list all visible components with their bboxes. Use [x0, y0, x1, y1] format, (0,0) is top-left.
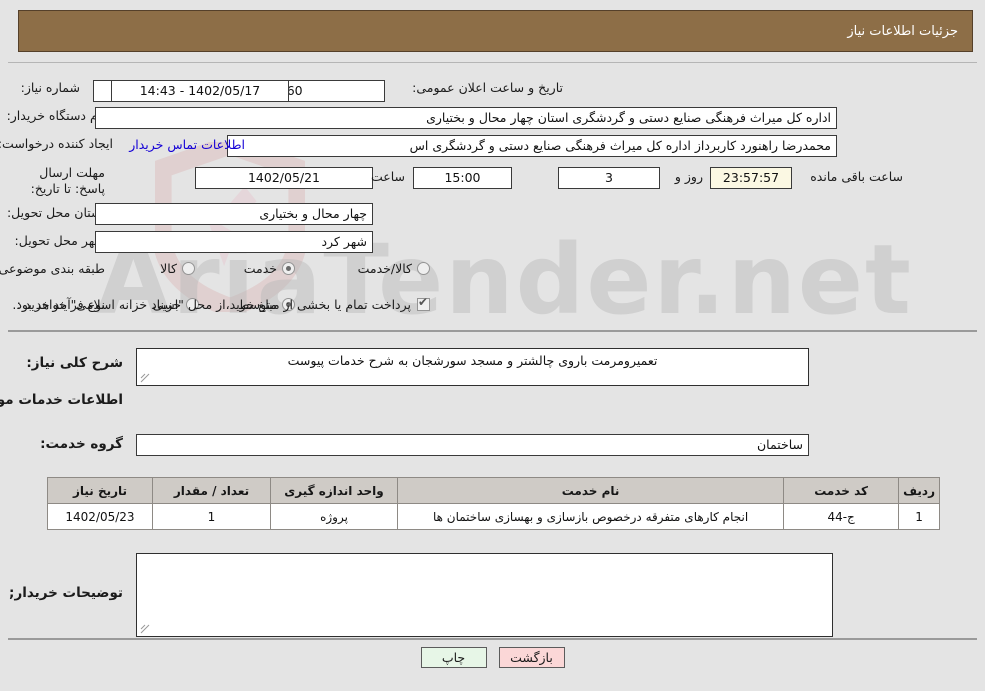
remaining-days-field[interactable]: 3: [558, 167, 660, 189]
resize-grip-icon[interactable]: [140, 373, 150, 383]
buyer-notes-textarea[interactable]: [136, 553, 833, 637]
service-group-field[interactable]: ساختمان: [136, 434, 809, 456]
cell-row-no: 1: [898, 503, 940, 530]
buyer-org-field[interactable]: اداره کل میراث فرهنگی صنایع دستی و گردشگ…: [95, 107, 837, 129]
buyer-contact-link[interactable]: اطلاعات تماس خریدار: [129, 137, 245, 152]
general-description-textarea[interactable]: تعمیرومرمت باروی چالشتر و مسجد سورشجان ب…: [136, 348, 809, 386]
general-description-value: تعمیرومرمت باروی چالشتر و مسجد سورشجان ب…: [287, 353, 658, 368]
table-row: 1 ج-44 انجام کارهای متفرقه درخصوص بازساز…: [47, 503, 940, 530]
city-field[interactable]: شهر کرد: [95, 231, 373, 253]
classification-option-service-label: خدمت: [243, 261, 277, 276]
radio-goods[interactable]: [182, 262, 195, 275]
classification-option-goods-service-label: کالا/خدمت: [357, 261, 412, 276]
deadline-time-field[interactable]: 15:00: [413, 167, 512, 189]
back-button[interactable]: بازگشت: [498, 647, 565, 668]
city-label: شهر محل تحویل:: [14, 233, 105, 248]
th-service-code: کد خدمت: [783, 477, 900, 504]
service-group-label: گروه خدمت:: [40, 436, 123, 452]
classification-option-goods[interactable]: کالا: [160, 261, 195, 276]
th-quantity: تعداد / مقدار: [152, 477, 271, 504]
services-table: ردیف کد خدمت نام خدمت واحد اندازه گیری ت…: [47, 477, 940, 530]
classification-option-service[interactable]: خدمت: [244, 261, 295, 276]
deadline-hour-label: ساعت: [370, 169, 405, 184]
classification-label: طبقه بندی موضوعی:: [0, 261, 105, 276]
cell-need-date: 1402/05/23: [47, 503, 153, 530]
cell-quantity: 1: [152, 503, 271, 530]
page-header: جزئیات اطلاعات نیاز: [18, 10, 973, 52]
cell-service-name: انجام کارهای متفرقه درخصوص بازسازی و بهس…: [396, 503, 785, 530]
buyer-notes-label: توضیحات خریدار;: [9, 585, 123, 601]
announce-datetime-field[interactable]: 1402/05/17 - 14:43: [111, 80, 289, 102]
page-title: جزئیات اطلاعات نیاز: [847, 23, 958, 39]
action-button-bar: بازگشت چاپ: [0, 647, 985, 668]
radio-goods-service[interactable]: [417, 262, 430, 275]
treasury-bond-checkbox[interactable]: [417, 295, 430, 311]
th-service-name: نام خدمت: [396, 477, 785, 504]
deadline-date-field[interactable]: 1402/05/21: [195, 167, 373, 189]
th-row-no: ردیف: [898, 477, 940, 504]
need-info-panel: [8, 62, 977, 332]
remaining-countdown-field: 23:57:57: [710, 167, 792, 189]
treasury-bond-label: پرداخت تمام یا بخشی از مبلغ خرید،از محل …: [12, 297, 411, 312]
remaining-days-suffix: روز و: [674, 169, 703, 184]
remaining-clock-suffix: ساعت باقی مانده: [810, 169, 903, 184]
province-field[interactable]: چهار محال و بختیاری: [95, 203, 373, 225]
cell-unit: پروژه: [270, 503, 398, 530]
requester-field[interactable]: محمدرضا راهنورد کاربرداز اداره کل میراث …: [227, 135, 837, 157]
radio-service[interactable]: [282, 262, 295, 275]
classification-option-goods-service[interactable]: کالا/خدمت: [358, 261, 430, 276]
resize-grip-icon-2[interactable]: [140, 624, 150, 634]
print-button[interactable]: چاپ: [420, 647, 487, 668]
treasury-bond-checkbox-row[interactable]: پرداخت تمام یا بخشی از مبلغ خرید،از محل …: [12, 295, 430, 312]
cell-service-code: ج-44: [783, 503, 900, 530]
th-need-date: تاریخ نیاز: [47, 477, 153, 504]
th-unit: واحد اندازه گیری: [270, 477, 398, 504]
table-header-row: ردیف کد خدمت نام خدمت واحد اندازه گیری ت…: [47, 477, 940, 504]
province-label: استان محل تحویل:: [6, 205, 105, 220]
general-description-label: شرح کلی نیاز:: [26, 355, 123, 371]
services-section-title: اطلاعات خدمات مورد نیاز: [0, 392, 123, 408]
classification-option-goods-label: کالا: [160, 261, 177, 276]
